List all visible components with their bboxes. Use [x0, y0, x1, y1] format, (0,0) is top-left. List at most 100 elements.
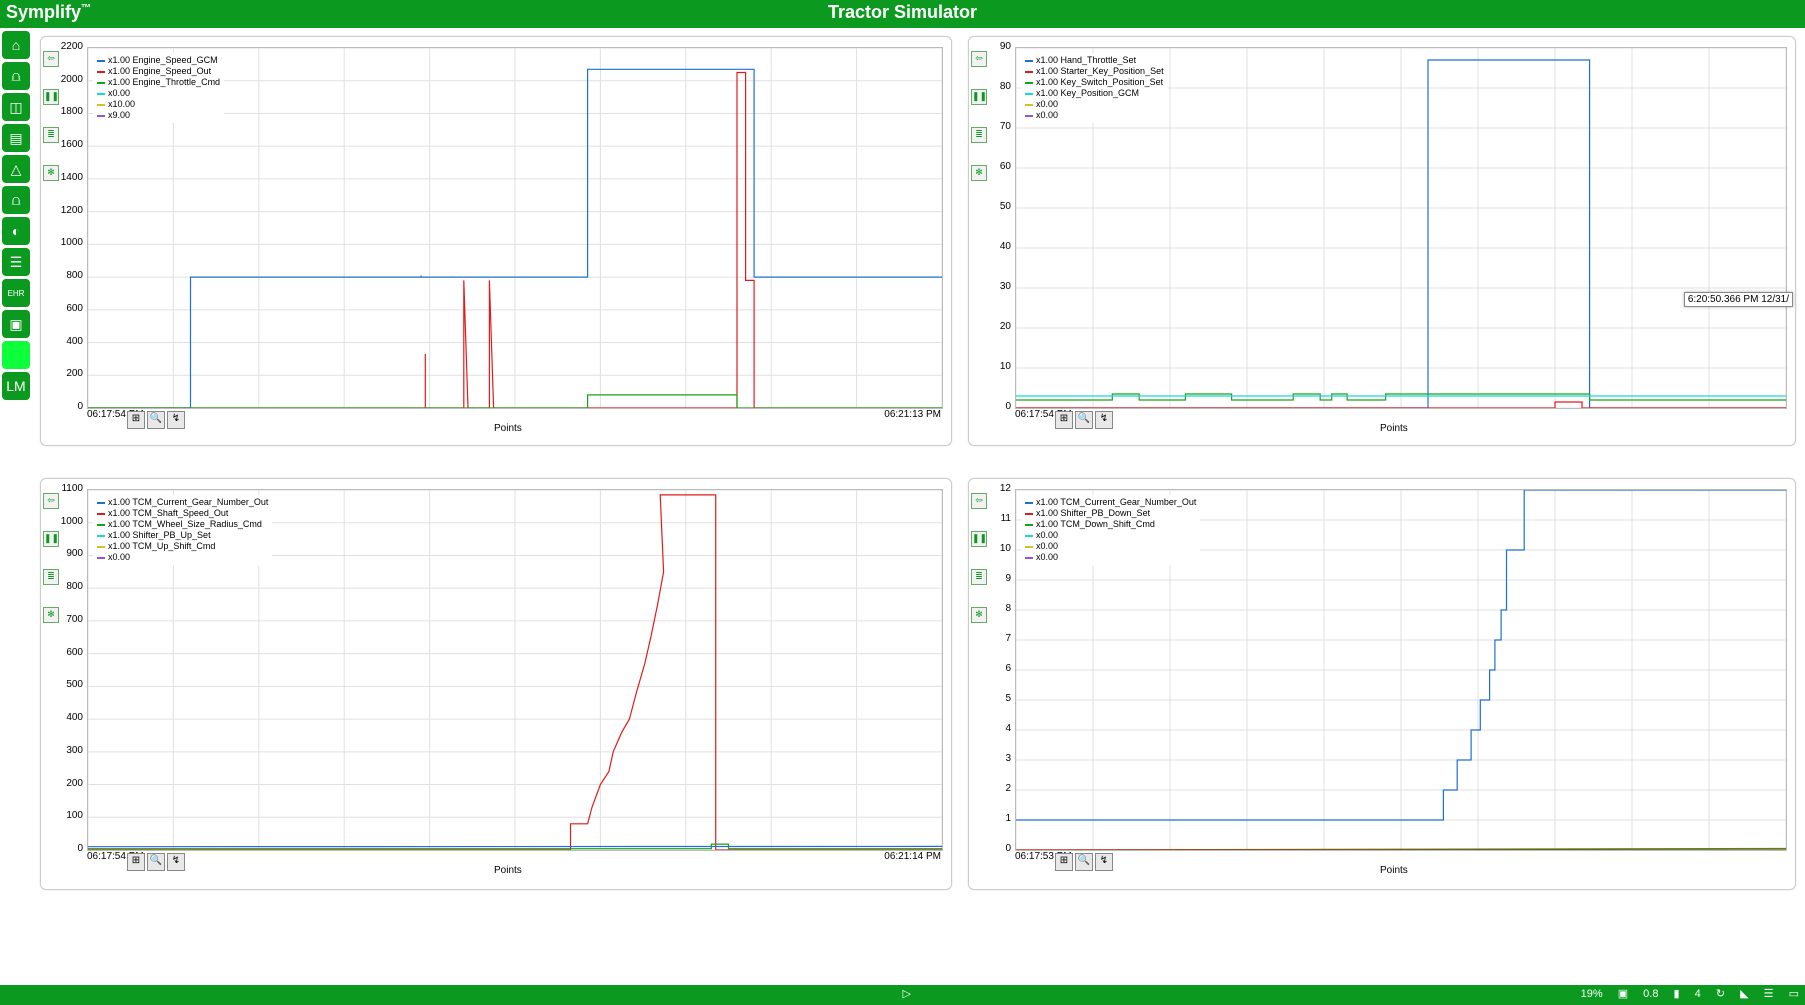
- y-tick: 10: [977, 543, 1011, 554]
- legend-label: x1.00 TCM_Current_Gear_Number_Out: [108, 497, 268, 507]
- y-tick: 11: [977, 513, 1011, 524]
- top-bar: Tractor Simulator Symplify™: [0, 0, 1805, 28]
- legend-label: x1.00 Engine_Speed_Out: [108, 66, 211, 76]
- legend: x1.00 Hand_Throttle_Setx1.00 Starter_Key…: [1021, 53, 1168, 123]
- legend-label: x0.00: [1036, 541, 1058, 551]
- y-tick: 400: [49, 336, 83, 347]
- x-axis-label: Points: [494, 423, 522, 434]
- y-tick: 1: [977, 813, 1011, 824]
- legend-label: x1.00 Key_Switch_Position_Set: [1036, 77, 1163, 87]
- y-tick: 5: [977, 693, 1011, 704]
- y-tick: 4: [977, 723, 1011, 734]
- legend-label: x1.00 TCM_Wheel_Size_Radius_Cmd: [108, 519, 262, 529]
- sidebar-item-ehr[interactable]: EHR: [2, 279, 30, 307]
- sidebar: ⌂ ⩍ ◫ ▤ △ ⩍ ◐ ☰ EHR ▣ LM: [0, 28, 32, 977]
- chart-tr: ⇦❚❚≣✻010203040506070809006:17:54 PMPoint…: [968, 36, 1796, 446]
- stack-icon: ☰: [1764, 987, 1774, 1000]
- chart-tool-0[interactable]: ⊞: [1055, 853, 1073, 871]
- cpu-icon: ▣: [1618, 987, 1628, 1000]
- y-tick: 10: [977, 361, 1011, 372]
- back-arrow-button[interactable]: ⇦: [43, 493, 59, 509]
- legend-label: x1.00 Starter_Key_Position_Set: [1036, 66, 1164, 76]
- y-tick: 30: [977, 281, 1011, 292]
- y-tick: 500: [49, 679, 83, 690]
- y-tick: 400: [49, 712, 83, 723]
- y-tick: 1800: [49, 106, 83, 117]
- tag-icon: ◣: [1740, 987, 1748, 1000]
- legend-label: x1.00 Shifter_PB_Down_Set: [1036, 508, 1150, 518]
- y-tick: 800: [49, 270, 83, 281]
- chart-tool-0[interactable]: ⊞: [1055, 411, 1073, 429]
- legend-label: x1.00 Key_Position_GCM: [1036, 88, 1139, 98]
- chart-tool-2[interactable]: ↯: [1095, 853, 1113, 871]
- sidebar-item-calendar[interactable]: ☰: [2, 248, 30, 276]
- y-tick: 1600: [49, 139, 83, 150]
- chart-tool-2[interactable]: ↯: [167, 411, 185, 429]
- chart-tool-1[interactable]: 🔍: [1075, 411, 1093, 429]
- x-axis-label: Points: [494, 865, 522, 876]
- cpu-usage: 19%: [1581, 988, 1603, 1000]
- legend: x1.00 TCM_Current_Gear_Number_Outx1.00 S…: [1021, 495, 1200, 565]
- chart-tl: ⇦❚❚≣✻02004006008001000120014001600180020…: [40, 36, 952, 446]
- battery-count: 4: [1695, 988, 1701, 1000]
- y-tick: 1200: [49, 205, 83, 216]
- chart-br: ⇦❚❚≣✻012345678910111206:17:53 PMPoints⊞🔍…: [968, 478, 1796, 890]
- legend-label: x1.00 Engine_Speed_GCM: [108, 55, 218, 65]
- sidebar-item-report[interactable]: ▤: [2, 124, 30, 152]
- legend-label: x0.00: [1036, 110, 1058, 120]
- sidebar-item-gauge[interactable]: ◐: [2, 217, 30, 245]
- legend-label: x9.00: [108, 110, 130, 120]
- y-tick: 2000: [49, 74, 83, 85]
- legend-label: x1.00 TCM_Up_Shift_Cmd: [108, 541, 215, 551]
- sidebar-item-alert[interactable]: △: [2, 155, 30, 183]
- legend-label: x0.00: [108, 552, 130, 562]
- back-arrow-button[interactable]: ⇦: [971, 51, 987, 67]
- y-tick: 2: [977, 783, 1011, 794]
- sidebar-item-pulse[interactable]: ⩍: [2, 186, 30, 214]
- sidebar-item-lm[interactable]: LM: [2, 372, 30, 400]
- chart-tool-1[interactable]: 🔍: [1075, 853, 1093, 871]
- chart-tool-2[interactable]: ↯: [167, 853, 185, 871]
- x-end-label: 06:21:14 PM: [884, 851, 941, 862]
- chart-tool-0[interactable]: ⊞: [127, 853, 145, 871]
- y-tick: 100: [49, 810, 83, 821]
- legend: x1.00 TCM_Current_Gear_Number_Outx1.00 T…: [93, 495, 272, 565]
- legend-label: x0.00: [1036, 552, 1058, 562]
- legend-label: x1.00 TCM_Current_Gear_Number_Out: [1036, 497, 1196, 507]
- legend-label: x1.00 TCM_Down_Shift_Cmd: [1036, 519, 1155, 529]
- sidebar-item-home[interactable]: ⌂: [2, 31, 30, 59]
- chart-toolbar: ⊞🔍↯: [1055, 853, 1115, 871]
- chart-tool-1[interactable]: 🔍: [147, 411, 165, 429]
- back-arrow-button[interactable]: ⇦: [971, 493, 987, 509]
- bottom-status-bar: ▷ 19% ▣ 0.8 ▮ 4 ↻ ◣ ☰ ▭: [0, 985, 1805, 1005]
- sidebar-item-monitor[interactable]: ⩍: [2, 62, 30, 90]
- sidebar-item-device[interactable]: ▣: [2, 310, 30, 338]
- y-tick: 80: [977, 81, 1011, 92]
- y-tick: 0: [977, 843, 1011, 854]
- pause-button[interactable]: ❚❚: [43, 89, 59, 105]
- chart-tool-1[interactable]: 🔍: [147, 853, 165, 871]
- play-icon: ▷: [903, 987, 911, 1000]
- y-tick: 1100: [49, 483, 83, 494]
- y-tick: 3: [977, 753, 1011, 764]
- sidebar-item-blank[interactable]: [2, 341, 30, 369]
- chart-tool-2[interactable]: ↯: [1095, 411, 1113, 429]
- chart-tool-0[interactable]: ⊞: [127, 411, 145, 429]
- hover-tooltip: 6:20:50.366 PM 12/31/: [1684, 292, 1793, 307]
- pause-button[interactable]: ❚❚: [43, 531, 59, 547]
- legend-label: x0.00: [108, 88, 130, 98]
- back-arrow-button[interactable]: ⇦: [43, 51, 59, 67]
- y-tick: 900: [49, 548, 83, 559]
- legend: x1.00 Engine_Speed_GCMx1.00 Engine_Speed…: [93, 53, 224, 123]
- y-tick: 1400: [49, 172, 83, 183]
- brand-label: Symplify™: [6, 2, 91, 23]
- legend-label: x0.00: [1036, 530, 1058, 540]
- y-tick: 200: [49, 778, 83, 789]
- chart-toolbar: ⊞🔍↯: [1055, 411, 1115, 429]
- legend-label: x1.00 TCM_Shaft_Speed_Out: [108, 508, 228, 518]
- legend-label: x1.00 Hand_Throttle_Set: [1036, 55, 1136, 65]
- y-tick: 40: [977, 241, 1011, 252]
- y-tick: 2200: [49, 41, 83, 52]
- y-tick: 12: [977, 483, 1011, 494]
- sidebar-item-signal[interactable]: ◫: [2, 93, 30, 121]
